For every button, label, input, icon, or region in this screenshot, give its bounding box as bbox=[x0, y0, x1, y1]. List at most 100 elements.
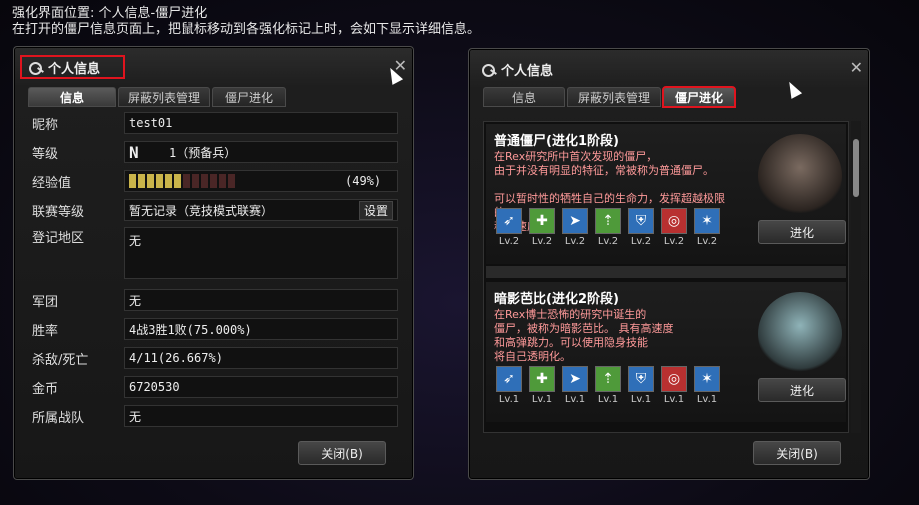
info-rows: 昵称 test01 等级 N 1（预备兵） 经验值 (49%) 联赛等级 暂无记… bbox=[32, 111, 398, 433]
evolve-button[interactable]: 进化 bbox=[758, 220, 846, 244]
caption-line-1: 强化界面位置: 个人信息-僵尸进化 bbox=[12, 6, 208, 21]
tab-info[interactable]: 信息 bbox=[28, 87, 116, 107]
exp-segment bbox=[228, 174, 235, 188]
skill-slot[interactable]: ➤ Lv.2 bbox=[560, 208, 590, 247]
team-label: 所属战队 bbox=[32, 410, 85, 426]
clan-label: 军团 bbox=[32, 294, 59, 310]
boost-icon[interactable]: ⇡ bbox=[595, 366, 621, 392]
armor-icon[interactable]: ⛨ bbox=[628, 208, 654, 234]
close-button[interactable]: 关闭(B) bbox=[298, 441, 386, 465]
star-icon[interactable]: ✶ bbox=[694, 366, 720, 392]
row-winrate: 胜率 4战3胜1败(75.000%) bbox=[32, 317, 398, 341]
close-button[interactable]: 关闭(B) bbox=[753, 441, 841, 465]
skill-slot[interactable]: ➶ Lv.1 bbox=[494, 366, 524, 405]
exp-segment bbox=[138, 174, 145, 188]
boost-icon[interactable]: ⇡ bbox=[595, 208, 621, 234]
panel-title-text: 个人信息 bbox=[48, 61, 101, 77]
row-exp: 经验值 (49%) bbox=[32, 169, 398, 193]
gold-value: 6720530 bbox=[124, 376, 398, 398]
skill-level: Lv.1 bbox=[663, 394, 685, 405]
sprint-icon[interactable]: ➤ bbox=[562, 208, 588, 234]
skill-level: Lv.1 bbox=[564, 394, 586, 405]
panel-title: 个人信息 bbox=[20, 55, 125, 79]
skill-slot[interactable]: ✶ Lv.1 bbox=[692, 366, 722, 405]
close-icon[interactable]: ✕ bbox=[850, 60, 863, 76]
row-nickname: 昵称 test01 bbox=[32, 111, 398, 135]
team-value: 无 bbox=[124, 405, 398, 427]
kd-label: 杀敌/死亡 bbox=[32, 352, 89, 368]
heal-icon[interactable]: ✚ bbox=[529, 366, 555, 392]
skill-level: Lv.1 bbox=[630, 394, 652, 405]
skill-level: Lv.1 bbox=[531, 394, 553, 405]
skill-slot[interactable]: ⛨ Lv.2 bbox=[626, 208, 656, 247]
tab-info[interactable]: 信息 bbox=[483, 87, 565, 107]
skill-slot[interactable]: ➶ Lv.2 bbox=[494, 208, 524, 247]
skill-slot[interactable]: ◎ Lv.2 bbox=[659, 208, 689, 247]
caption-line-2: 在打开的僵尸信息页面上，把鼠标移动到各强化标记上时，会如下显示详细信息。 bbox=[12, 22, 481, 37]
sprint-icon[interactable]: ➤ bbox=[562, 366, 588, 392]
scrollbar-thumb[interactable] bbox=[853, 139, 859, 197]
evolve-button[interactable]: 进化 bbox=[758, 378, 846, 402]
list-scrollbar[interactable] bbox=[851, 121, 861, 433]
skill-slot[interactable]: ✚ Lv.1 bbox=[527, 366, 557, 405]
exp-segment bbox=[210, 174, 217, 188]
exp-segment bbox=[156, 174, 163, 188]
exp-segment bbox=[183, 174, 190, 188]
target-icon[interactable]: ◎ bbox=[661, 366, 687, 392]
exp-segment bbox=[219, 174, 226, 188]
skill-slot[interactable]: ⇡ Lv.1 bbox=[593, 366, 623, 405]
nickname-label: 昵称 bbox=[32, 117, 59, 133]
heal-icon[interactable]: ✚ bbox=[529, 208, 555, 234]
league-value-box: 暂无记录（竞技模式联赛） 设置 bbox=[124, 199, 398, 221]
winrate-value: 4战3胜1败(75.000%) bbox=[124, 318, 398, 340]
league-value: 暂无记录（竞技模式联赛） bbox=[129, 203, 274, 218]
tab-block-list[interactable]: 屏蔽列表管理 bbox=[118, 87, 210, 107]
zombie-portrait bbox=[758, 292, 842, 376]
winrate-label: 胜率 bbox=[32, 323, 59, 339]
target-icon[interactable]: ◎ bbox=[661, 208, 687, 234]
row-rank: 等级 N 1（预备兵） bbox=[32, 140, 398, 164]
skill-slot[interactable]: ✶ Lv.2 bbox=[692, 208, 722, 247]
run-icon[interactable]: ➶ bbox=[496, 366, 522, 392]
exp-label: 经验值 bbox=[32, 175, 72, 191]
skill-slot[interactable]: ⛨ Lv.1 bbox=[626, 366, 656, 405]
steam-icon bbox=[28, 59, 44, 75]
tab-bar: 信息 屏蔽列表管理 僵尸进化 bbox=[483, 86, 736, 108]
zombie-list: 普通僵尸(进化1阶段) 在Rex研究所中首次发现的僵尸， 由于并没有明显的特征，… bbox=[483, 121, 849, 433]
exp-value-box: (49%) bbox=[124, 170, 398, 192]
panel-title-text: 个人信息 bbox=[501, 63, 554, 79]
exp-progress-bar bbox=[129, 174, 235, 188]
skill-slot[interactable]: ➤ Lv.1 bbox=[560, 366, 590, 405]
region-label: 登记地区 bbox=[32, 231, 85, 246]
league-label: 联赛等级 bbox=[32, 204, 85, 220]
nickname-value: test01 bbox=[124, 112, 398, 134]
row-kd: 杀敌/死亡 4/11(26.667%) bbox=[32, 346, 398, 370]
zombie-title: 暗影芭比(进化2阶段) bbox=[494, 292, 619, 307]
exp-segment bbox=[165, 174, 172, 188]
clan-value: 无 bbox=[124, 289, 398, 311]
skill-slot[interactable]: ⇡ Lv.2 bbox=[593, 208, 623, 247]
rank-label: 等级 bbox=[32, 146, 59, 162]
run-icon[interactable]: ➶ bbox=[496, 208, 522, 234]
row-clan: 军团 无 bbox=[32, 288, 398, 312]
league-settings-button[interactable]: 设置 bbox=[358, 200, 393, 220]
skill-level: Lv.1 bbox=[696, 394, 718, 405]
skill-slot[interactable]: ✚ Lv.2 bbox=[527, 208, 557, 247]
skill-level: Lv.2 bbox=[531, 236, 553, 247]
tab-zombie-evolution[interactable]: 僵尸进化 bbox=[212, 87, 286, 107]
star-icon[interactable]: ✶ bbox=[694, 208, 720, 234]
row-gold: 金币 6720530 bbox=[32, 375, 398, 399]
row-league: 联赛等级 暂无记录（竞技模式联赛） 设置 bbox=[32, 198, 398, 222]
armor-icon[interactable]: ⛨ bbox=[628, 366, 654, 392]
tab-zombie-evolution[interactable]: 僵尸进化 bbox=[662, 86, 736, 108]
zombie-evolution-panel: 个人信息 ✕ 信息 屏蔽列表管理 僵尸进化 普通僵尸(进化1阶段) 在Rex研究… bbox=[468, 48, 870, 480]
rank-value-box: N 1（预备兵） bbox=[124, 141, 398, 163]
zombie-portrait bbox=[758, 134, 842, 218]
skill-slot[interactable]: ◎ Lv.1 bbox=[659, 366, 689, 405]
kd-value: 4/11(26.667%) bbox=[124, 347, 398, 369]
exp-segment bbox=[192, 174, 199, 188]
tab-block-list[interactable]: 屏蔽列表管理 bbox=[567, 87, 661, 107]
skill-level: Lv.2 bbox=[663, 236, 685, 247]
exp-segment bbox=[201, 174, 208, 188]
gold-label: 金币 bbox=[32, 381, 59, 397]
